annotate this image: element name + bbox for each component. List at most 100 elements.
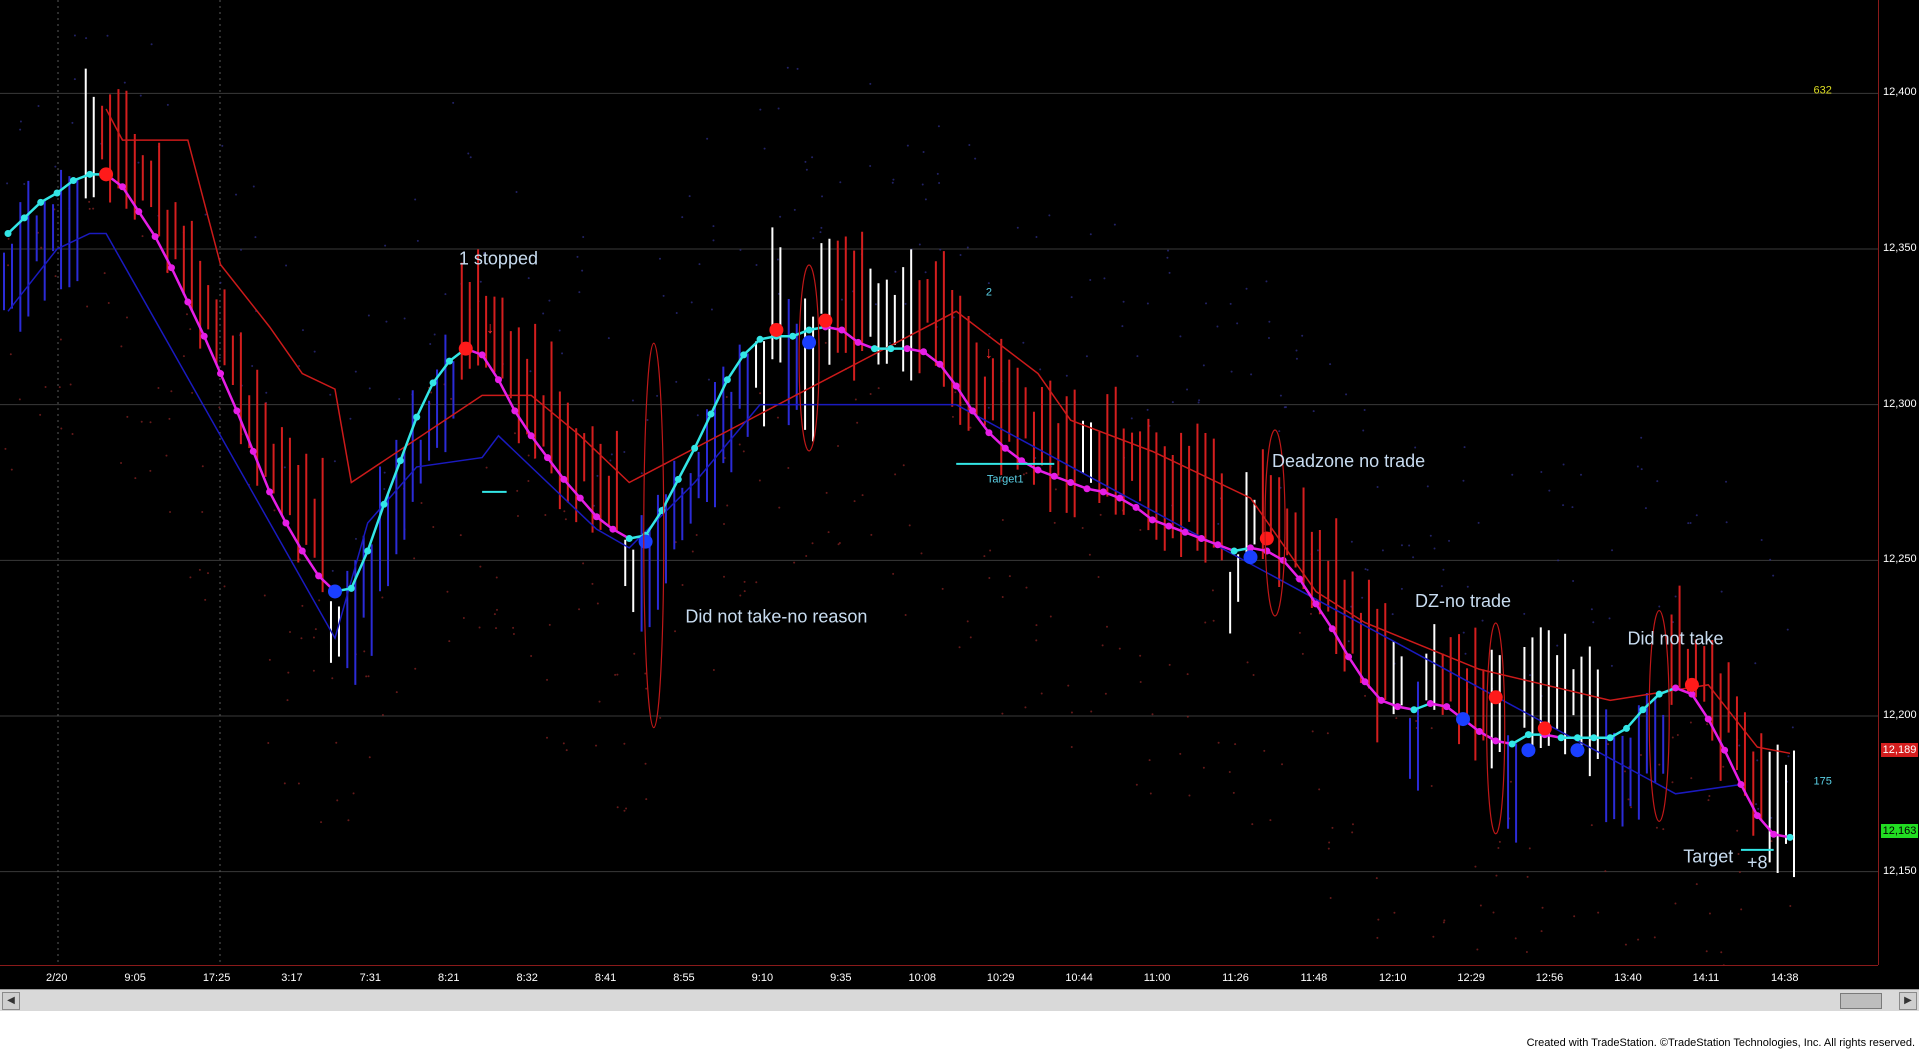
trend-line-point xyxy=(1557,734,1565,742)
chart-area[interactable]: ↓ ↓ 1 stopped Did not take-no reason Deadzon… xyxy=(0,0,1878,1050)
scatter-dot xyxy=(429,342,432,345)
scatter-dot xyxy=(1202,766,1205,769)
scatter-dot xyxy=(493,613,496,616)
scatter-dot xyxy=(1433,547,1436,550)
scatter-dot xyxy=(354,370,357,373)
scatter-dot xyxy=(170,390,173,393)
scatter-dot xyxy=(495,627,498,630)
scatter-dot xyxy=(1329,363,1332,366)
lower-channel-line xyxy=(7,232,1742,795)
scatter-dot xyxy=(1211,589,1214,592)
scatter-dot xyxy=(675,311,678,314)
scatter-dot xyxy=(352,792,355,795)
scatter-dot xyxy=(1725,521,1728,524)
scatter-dot xyxy=(1198,399,1201,402)
scatter-dot xyxy=(1738,871,1741,874)
scatter-dot xyxy=(1212,619,1215,622)
scatter-dot xyxy=(820,226,823,229)
scroll-right-arrow-icon[interactable]: ▶ xyxy=(1899,992,1917,1010)
scatter-dot xyxy=(1151,713,1154,716)
trend-line-point xyxy=(1377,696,1385,704)
scatter-dot xyxy=(1301,652,1304,655)
scroll-thumb[interactable] xyxy=(1840,993,1882,1009)
scatter-dot xyxy=(1757,807,1760,810)
scatter-dot xyxy=(297,782,300,785)
annotation-5: Target xyxy=(1683,846,1733,866)
scatter-dot xyxy=(1722,765,1725,768)
scatter-dot xyxy=(1135,783,1138,786)
scatter-dot xyxy=(1301,334,1304,337)
scatter-dot xyxy=(616,673,619,676)
scatter-dot xyxy=(1511,473,1514,476)
scatter-dot xyxy=(906,144,909,147)
trend-line-segment xyxy=(938,363,958,387)
scatter-dot xyxy=(869,82,872,85)
scatter-dot xyxy=(191,391,194,394)
scatter-dot xyxy=(623,451,626,454)
scatter-dot xyxy=(869,165,872,168)
horizontal-scrollbar[interactable]: ◀ ▶ xyxy=(0,989,1919,1012)
trend-line-segment xyxy=(170,267,189,303)
scatter-dot xyxy=(1168,271,1171,274)
scatter-dot xyxy=(1412,556,1415,559)
scatter-dot xyxy=(1104,692,1107,695)
trend-line-point xyxy=(1606,734,1614,742)
scatter-dot xyxy=(513,432,516,435)
trend-line-point xyxy=(1099,488,1107,496)
scatter-dot xyxy=(1099,513,1102,516)
trend-line-point xyxy=(1410,706,1418,714)
scatter-dot xyxy=(1186,673,1189,676)
scatter-dot xyxy=(786,66,789,69)
scatter-dot xyxy=(812,237,815,240)
scatter-dot xyxy=(1113,223,1116,226)
trend-line-segment xyxy=(186,301,206,337)
scatter-dot xyxy=(516,515,519,518)
scatter-dot xyxy=(430,391,433,394)
scatter-dot xyxy=(892,178,895,181)
scatter-dot xyxy=(576,255,579,258)
scatter-dot xyxy=(336,799,339,802)
scatter-dot xyxy=(1548,489,1551,492)
trend-line-segment xyxy=(1347,656,1366,683)
scatter-dot xyxy=(1448,539,1451,542)
scatter-dot xyxy=(546,678,549,681)
scatter-dot xyxy=(1466,585,1469,588)
scatter-dot xyxy=(1263,749,1266,752)
scatter-dot xyxy=(165,454,168,457)
scatter-dot xyxy=(1562,504,1565,507)
scatter-dot xyxy=(958,646,961,649)
trend-line-point xyxy=(445,357,453,365)
scatter-dot xyxy=(894,473,897,476)
scatter-dot xyxy=(1366,568,1369,571)
scatter-dot xyxy=(1610,664,1613,667)
trend-line-point xyxy=(1426,700,1434,708)
scatter-dot xyxy=(512,632,515,635)
scatter-dot xyxy=(777,107,780,110)
scatter-dot xyxy=(182,355,185,358)
scatter-dot xyxy=(19,128,22,131)
trend-line-point xyxy=(53,189,61,197)
scatter-dot xyxy=(853,500,856,503)
scatter-dot xyxy=(1375,877,1378,880)
scatter-dot xyxy=(1326,732,1329,735)
scatter-dot xyxy=(675,380,678,383)
trend-line-segment xyxy=(693,413,713,449)
scroll-left-arrow-icon[interactable]: ◀ xyxy=(2,992,20,1010)
scatter-dot xyxy=(126,415,129,418)
scatter-dot xyxy=(365,675,368,678)
trend-line-point xyxy=(1623,724,1631,732)
last-price-tag: 12,189 xyxy=(1881,743,1918,758)
scatter-dot xyxy=(1541,906,1544,909)
scatter-dot xyxy=(1627,798,1630,801)
scatter-dot xyxy=(347,819,350,822)
scatter-dot xyxy=(854,398,857,401)
scatter-dot xyxy=(85,37,88,40)
scatter-dot xyxy=(938,181,941,184)
scatter-dot xyxy=(1268,320,1271,323)
trend-line-segment xyxy=(579,497,598,518)
scatter-dot xyxy=(908,524,911,527)
scatter-dot xyxy=(779,215,782,218)
scatter-dot xyxy=(60,427,63,430)
scatter-dot xyxy=(1139,528,1142,531)
scatter-dot xyxy=(251,365,254,368)
